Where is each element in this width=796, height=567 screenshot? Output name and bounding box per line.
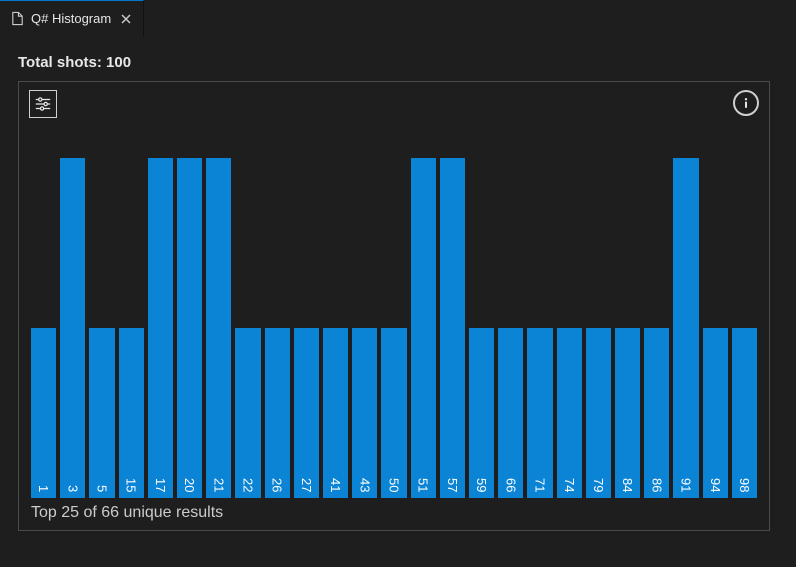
- histogram-bar[interactable]: 27: [294, 328, 319, 498]
- tab-bar: Q# Histogram: [0, 0, 796, 36]
- settings-sliders-icon[interactable]: [29, 90, 57, 118]
- histogram-bar[interactable]: 50: [381, 328, 406, 498]
- histogram-bar[interactable]: 91: [673, 158, 698, 498]
- total-shots-label: Total shots: 100: [18, 54, 778, 71]
- histogram-bars: 1 3 5 15 17 20 21 22 26 27 41 43 50 51 57 59 66 71 74 79 84 8…: [31, 92, 757, 500]
- bar-label: 59: [474, 478, 489, 498]
- histogram-bar[interactable]: 41: [323, 328, 348, 498]
- bar-label: 5: [95, 485, 110, 498]
- histogram-bar[interactable]: 79: [586, 328, 611, 498]
- tab-close-button[interactable]: [117, 10, 135, 28]
- histogram-bar[interactable]: 15: [119, 328, 144, 498]
- bar-label: 21: [211, 478, 226, 498]
- histogram-bar[interactable]: 51: [411, 158, 436, 498]
- bar-label: 26: [270, 478, 285, 498]
- histogram-bar[interactable]: 26: [265, 328, 290, 498]
- histogram-bar[interactable]: 84: [615, 328, 640, 498]
- bar-label: 3: [65, 485, 80, 498]
- histogram-bar[interactable]: 94: [703, 328, 728, 498]
- histogram-view: Total shots: 100: [0, 36, 796, 549]
- bar-label: 17: [153, 478, 168, 498]
- bar-label: 74: [562, 478, 577, 498]
- chart-panel: 1 3 5 15 17 20 21 22 26 27 41 43 50 51 57 59 66 71 74 79 84 8…: [18, 81, 770, 531]
- bar-label: 84: [620, 478, 635, 498]
- histogram-bar[interactable]: 66: [498, 328, 523, 498]
- bar-label: 94: [708, 478, 723, 498]
- bar-label: 15: [124, 478, 139, 498]
- info-icon[interactable]: [733, 90, 759, 116]
- bar-label: 86: [649, 478, 664, 498]
- histogram-bar[interactable]: 43: [352, 328, 377, 498]
- histogram-bar[interactable]: 59: [469, 328, 494, 498]
- histogram-bar[interactable]: 86: [644, 328, 669, 498]
- bar-label: 66: [503, 478, 518, 498]
- bar-label: 41: [328, 478, 343, 498]
- bar-label: 57: [445, 478, 460, 498]
- bar-label: 98: [737, 478, 752, 498]
- bar-label: 20: [182, 478, 197, 498]
- bar-label: 91: [679, 478, 694, 498]
- bar-label: 1: [36, 485, 51, 498]
- histogram-bar[interactable]: 3: [60, 158, 85, 498]
- bar-label: 50: [387, 478, 402, 498]
- tab-qsharp-histogram[interactable]: Q# Histogram: [0, 0, 144, 36]
- histogram-bar[interactable]: 98: [732, 328, 757, 498]
- histogram-bar[interactable]: 1: [31, 328, 56, 498]
- document-icon: [10, 11, 25, 26]
- histogram-bar[interactable]: 5: [89, 328, 114, 498]
- histogram-bar[interactable]: 57: [440, 158, 465, 498]
- histogram-bar[interactable]: 74: [557, 328, 582, 498]
- histogram-bar[interactable]: 71: [527, 328, 552, 498]
- tab-title: Q# Histogram: [31, 11, 111, 26]
- bar-label: 51: [416, 478, 431, 498]
- bar-label: 71: [533, 478, 548, 498]
- histogram-bar[interactable]: 20: [177, 158, 202, 498]
- histogram-bar[interactable]: 21: [206, 158, 231, 498]
- bar-label: 27: [299, 478, 314, 498]
- bar-label: 79: [591, 478, 606, 498]
- results-summary: Top 25 of 66 unique results: [31, 504, 757, 522]
- bar-label: 22: [241, 478, 256, 498]
- bar-label: 43: [357, 478, 372, 498]
- histogram-bar[interactable]: 17: [148, 158, 173, 498]
- histogram-bar[interactable]: 22: [235, 328, 260, 498]
